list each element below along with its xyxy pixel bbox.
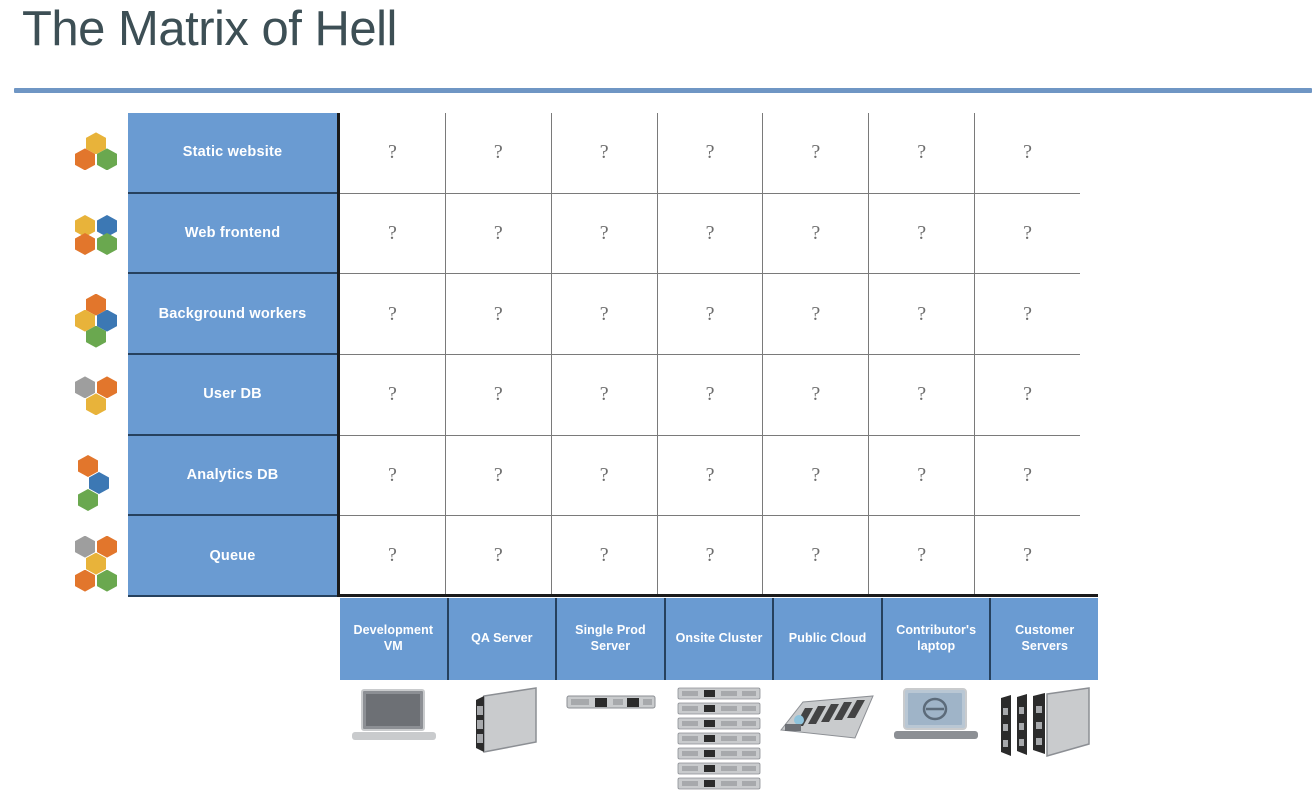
matrix-cell-r4-c4[interactable]: ?	[658, 355, 764, 435]
matrix-cell-r6-c6[interactable]: ?	[869, 516, 976, 595]
row-label-user-db[interactable]: User DB	[128, 355, 337, 436]
column-header-single-prod-server[interactable]: Single Prod Server	[557, 598, 666, 680]
row-icon-5	[64, 436, 128, 517]
column-header-onsite-cluster[interactable]: Onsite Cluster	[665, 598, 775, 680]
blade-server-icon	[448, 684, 556, 796]
matrix-cell-r4-c7[interactable]: ?	[975, 355, 1080, 435]
datacenter-icon	[773, 684, 881, 796]
hexagon-cluster-4-diamond-icon	[70, 284, 122, 348]
matrix-cell-r2-c1[interactable]: ?	[340, 193, 446, 274]
matrix-cell-r1-c6[interactable]: ?	[869, 113, 976, 193]
matrix-cell-r5-c3[interactable]: ?	[552, 435, 658, 516]
hexagon	[97, 569, 117, 592]
hexagon	[97, 535, 117, 558]
matrix-cell-r4-c2[interactable]: ?	[446, 355, 552, 435]
hexagon	[75, 569, 95, 592]
matrix-cell-r2-c2[interactable]: ?	[446, 193, 552, 274]
matrix-cell-r2-c3[interactable]: ?	[552, 193, 658, 274]
hexagon-cluster-3-icon	[70, 122, 122, 184]
hexagon	[89, 471, 109, 494]
matrix-cell-r3-c4[interactable]: ?	[658, 274, 764, 354]
header-top-divider	[337, 594, 1098, 597]
column-header-public-cloud[interactable]: Public Cloud	[774, 598, 883, 680]
matrix-cell-r1-c1[interactable]: ?	[340, 113, 446, 193]
matrix-cell-r6-c1[interactable]: ?	[340, 516, 446, 595]
hardware-icons-row	[340, 684, 1098, 796]
matrix-cell-r3-c2[interactable]: ?	[446, 274, 552, 354]
row-icon-2	[64, 194, 128, 275]
matrix-cell-r3-c3[interactable]: ?	[552, 274, 658, 354]
hexagon	[78, 488, 98, 511]
column-header-qa-server[interactable]: QA Server	[448, 598, 558, 680]
matrix-cell-r3-c1[interactable]: ?	[340, 274, 446, 354]
matrix-cell-r6-c3[interactable]: ?	[552, 516, 658, 595]
row-icon-1	[64, 113, 128, 194]
laptop-icon	[340, 684, 448, 796]
matrix-cell-r1-c4[interactable]: ?	[658, 113, 764, 193]
matrix-grid: ????????????????????????????????????????…	[340, 113, 1080, 597]
matrix-cell-r1-c3[interactable]: ?	[552, 113, 658, 193]
matrix-cell-r6-c2[interactable]: ?	[446, 516, 552, 595]
hexagon-cluster-3-gray-icon	[70, 364, 122, 426]
matrix-cell-r6-c5[interactable]: ?	[763, 516, 870, 595]
row-label-analytics-db[interactable]: Analytics DB	[128, 435, 337, 517]
matrix-cell-r6-c4[interactable]: ?	[658, 516, 764, 595]
matrix-cell-r2-c6[interactable]: ?	[869, 193, 976, 274]
matrix-row: ???????	[340, 435, 1080, 517]
matrix-cell-r5-c6[interactable]: ?	[869, 435, 976, 516]
column-headers-row: Development VM QA Server Single Prod Serve…	[340, 598, 1099, 680]
hexagon	[97, 376, 117, 399]
matrix-cell-r6-c7[interactable]: ?	[975, 516, 1080, 595]
hexagon-cluster-3-vertical-icon	[70, 445, 122, 511]
row-icon-6	[64, 516, 128, 597]
matrix-cell-r4-c6[interactable]: ?	[869, 355, 976, 435]
matrix-cell-r5-c4[interactable]: ?	[658, 435, 764, 516]
row-label-web-frontend[interactable]: Web frontend	[128, 193, 337, 275]
matrix-cell-r3-c7[interactable]: ?	[975, 274, 1080, 354]
column-header-contributor-s-laptop[interactable]: Contributor's laptop	[882, 598, 992, 680]
row-icon-4	[64, 355, 128, 436]
matrix-cell-r4-c1[interactable]: ?	[340, 355, 446, 435]
matrix-row: ???????	[340, 274, 1080, 355]
hexagon	[78, 454, 98, 477]
hexagon-cluster-4-icon	[70, 203, 122, 265]
hexagon	[75, 535, 95, 558]
matrix-table: Static website Web frontend Background wor…	[0, 0, 1312, 798]
matrix-cell-r5-c2[interactable]: ?	[446, 435, 552, 516]
hexagon	[75, 232, 95, 255]
matrix-cell-r2-c7[interactable]: ?	[975, 194, 1080, 274]
matrix-cell-r1-c7[interactable]: ?	[975, 113, 1080, 193]
column-header-customer-servers[interactable]: Customer Servers	[991, 598, 1099, 680]
matrix-cell-r4-c3[interactable]: ?	[552, 355, 658, 435]
hexagon	[97, 232, 117, 255]
matrix-row: ???????	[340, 355, 1080, 436]
row-label-static-website[interactable]: Static website	[128, 113, 337, 194]
matrix-cell-r5-c1[interactable]: ?	[340, 435, 446, 516]
matrix-cell-r4-c5[interactable]: ?	[763, 355, 870, 435]
row-label-background-workers[interactable]: Background workers	[128, 274, 337, 355]
hexagon	[86, 393, 106, 416]
matrix-row: ???????	[340, 516, 1080, 597]
column-header-development-vm[interactable]: Development VM	[340, 598, 449, 680]
matrix-row: ???????	[340, 113, 1080, 194]
matrix-cell-r3-c5[interactable]: ?	[763, 274, 870, 354]
slide: The Matrix of Hell Static website Web fro…	[0, 0, 1312, 798]
matrix-cell-r2-c5[interactable]: ?	[763, 193, 870, 274]
blade-servers-icon	[990, 684, 1098, 796]
matrix-cell-r3-c6[interactable]: ?	[869, 274, 976, 354]
matrix-cell-r5-c5[interactable]: ?	[763, 435, 870, 516]
hexagon	[75, 376, 95, 399]
matrix-cell-r1-c5[interactable]: ?	[763, 113, 870, 193]
laptop-logo-icon	[881, 684, 989, 796]
matrix-row: ???????	[340, 193, 1080, 275]
matrix-cell-r5-c7[interactable]: ?	[975, 436, 1080, 516]
rack-stack-icon	[665, 684, 773, 796]
matrix-cell-r2-c4[interactable]: ?	[658, 193, 764, 274]
rack-unit-icon	[557, 684, 665, 796]
matrix-cell-r1-c2[interactable]: ?	[446, 113, 552, 193]
hexagon	[86, 552, 106, 575]
row-label-queue[interactable]: Queue	[128, 516, 337, 597]
hexagon-cluster-5-icon	[70, 526, 122, 592]
row-icon-3	[64, 274, 128, 355]
